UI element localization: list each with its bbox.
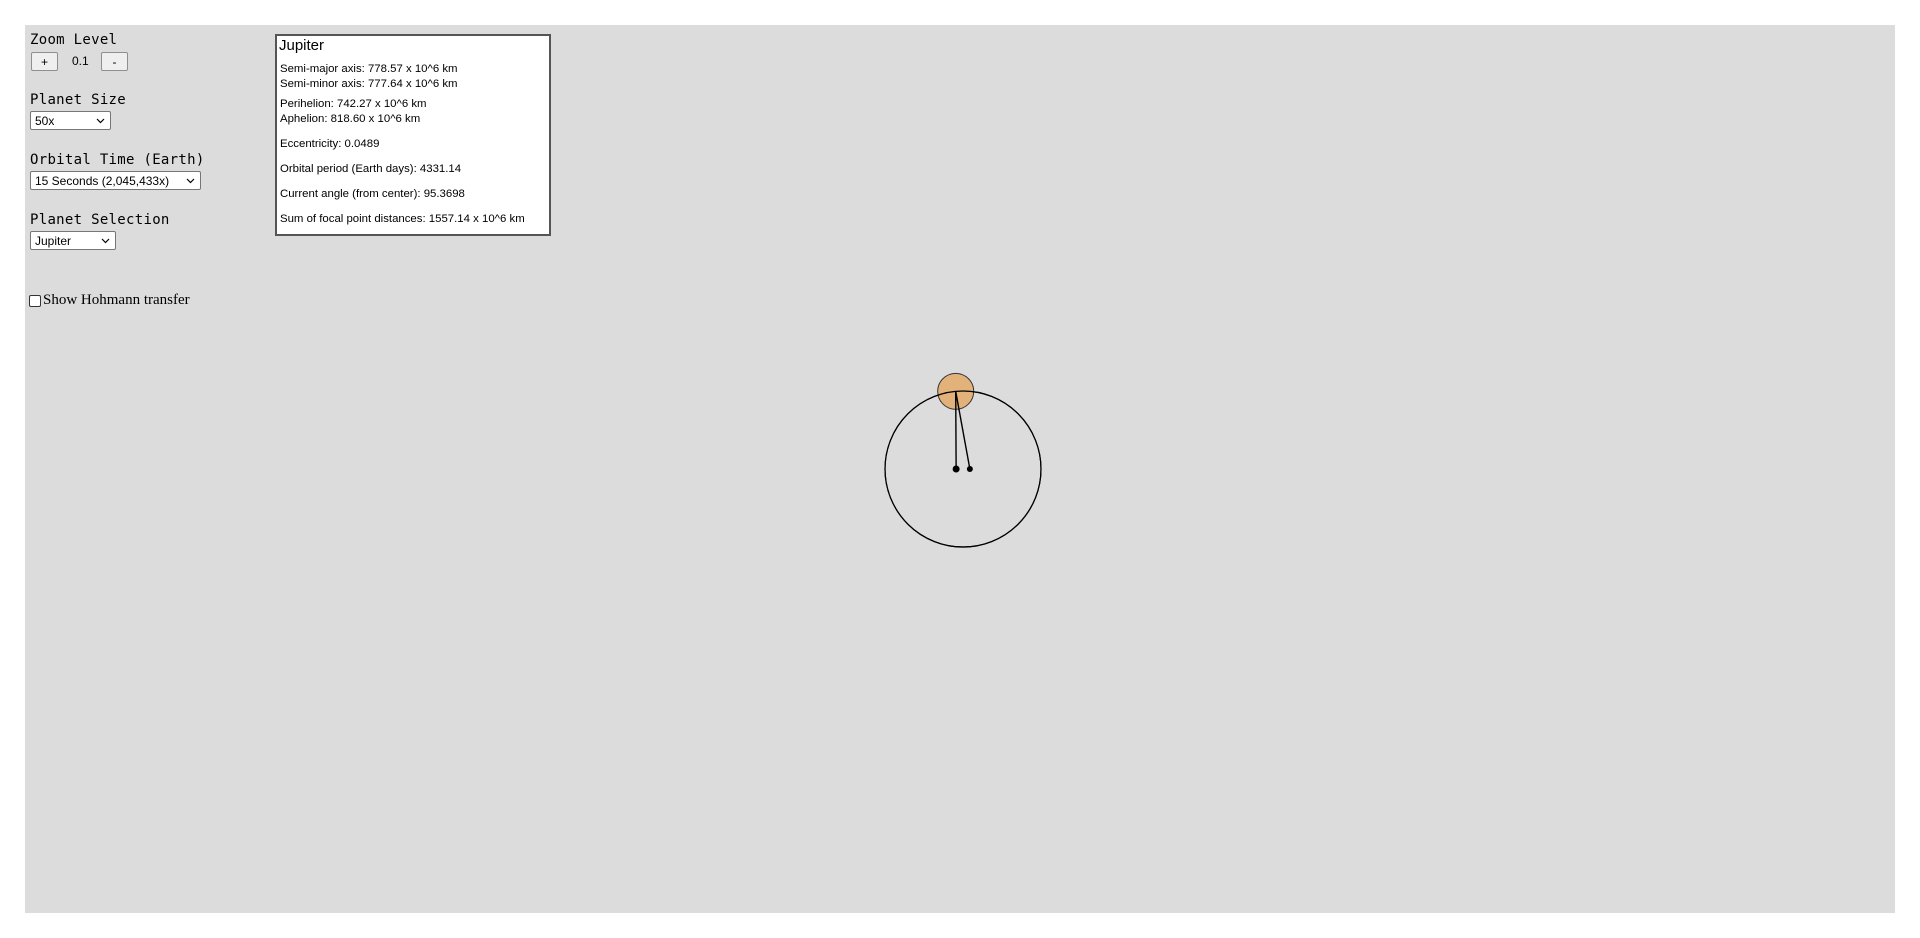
sun-focus-point	[952, 465, 960, 473]
orbit-ellipse-overlay	[884, 390, 1042, 548]
orbit-ellipse	[884, 390, 1042, 548]
simulation-canvas[interactable]: Zoom Level + 0.1 - Planet Size 50x Orbit…	[25, 25, 1895, 913]
orbit-diagram	[884, 372, 1042, 548]
empty-focus-point	[966, 466, 973, 472]
